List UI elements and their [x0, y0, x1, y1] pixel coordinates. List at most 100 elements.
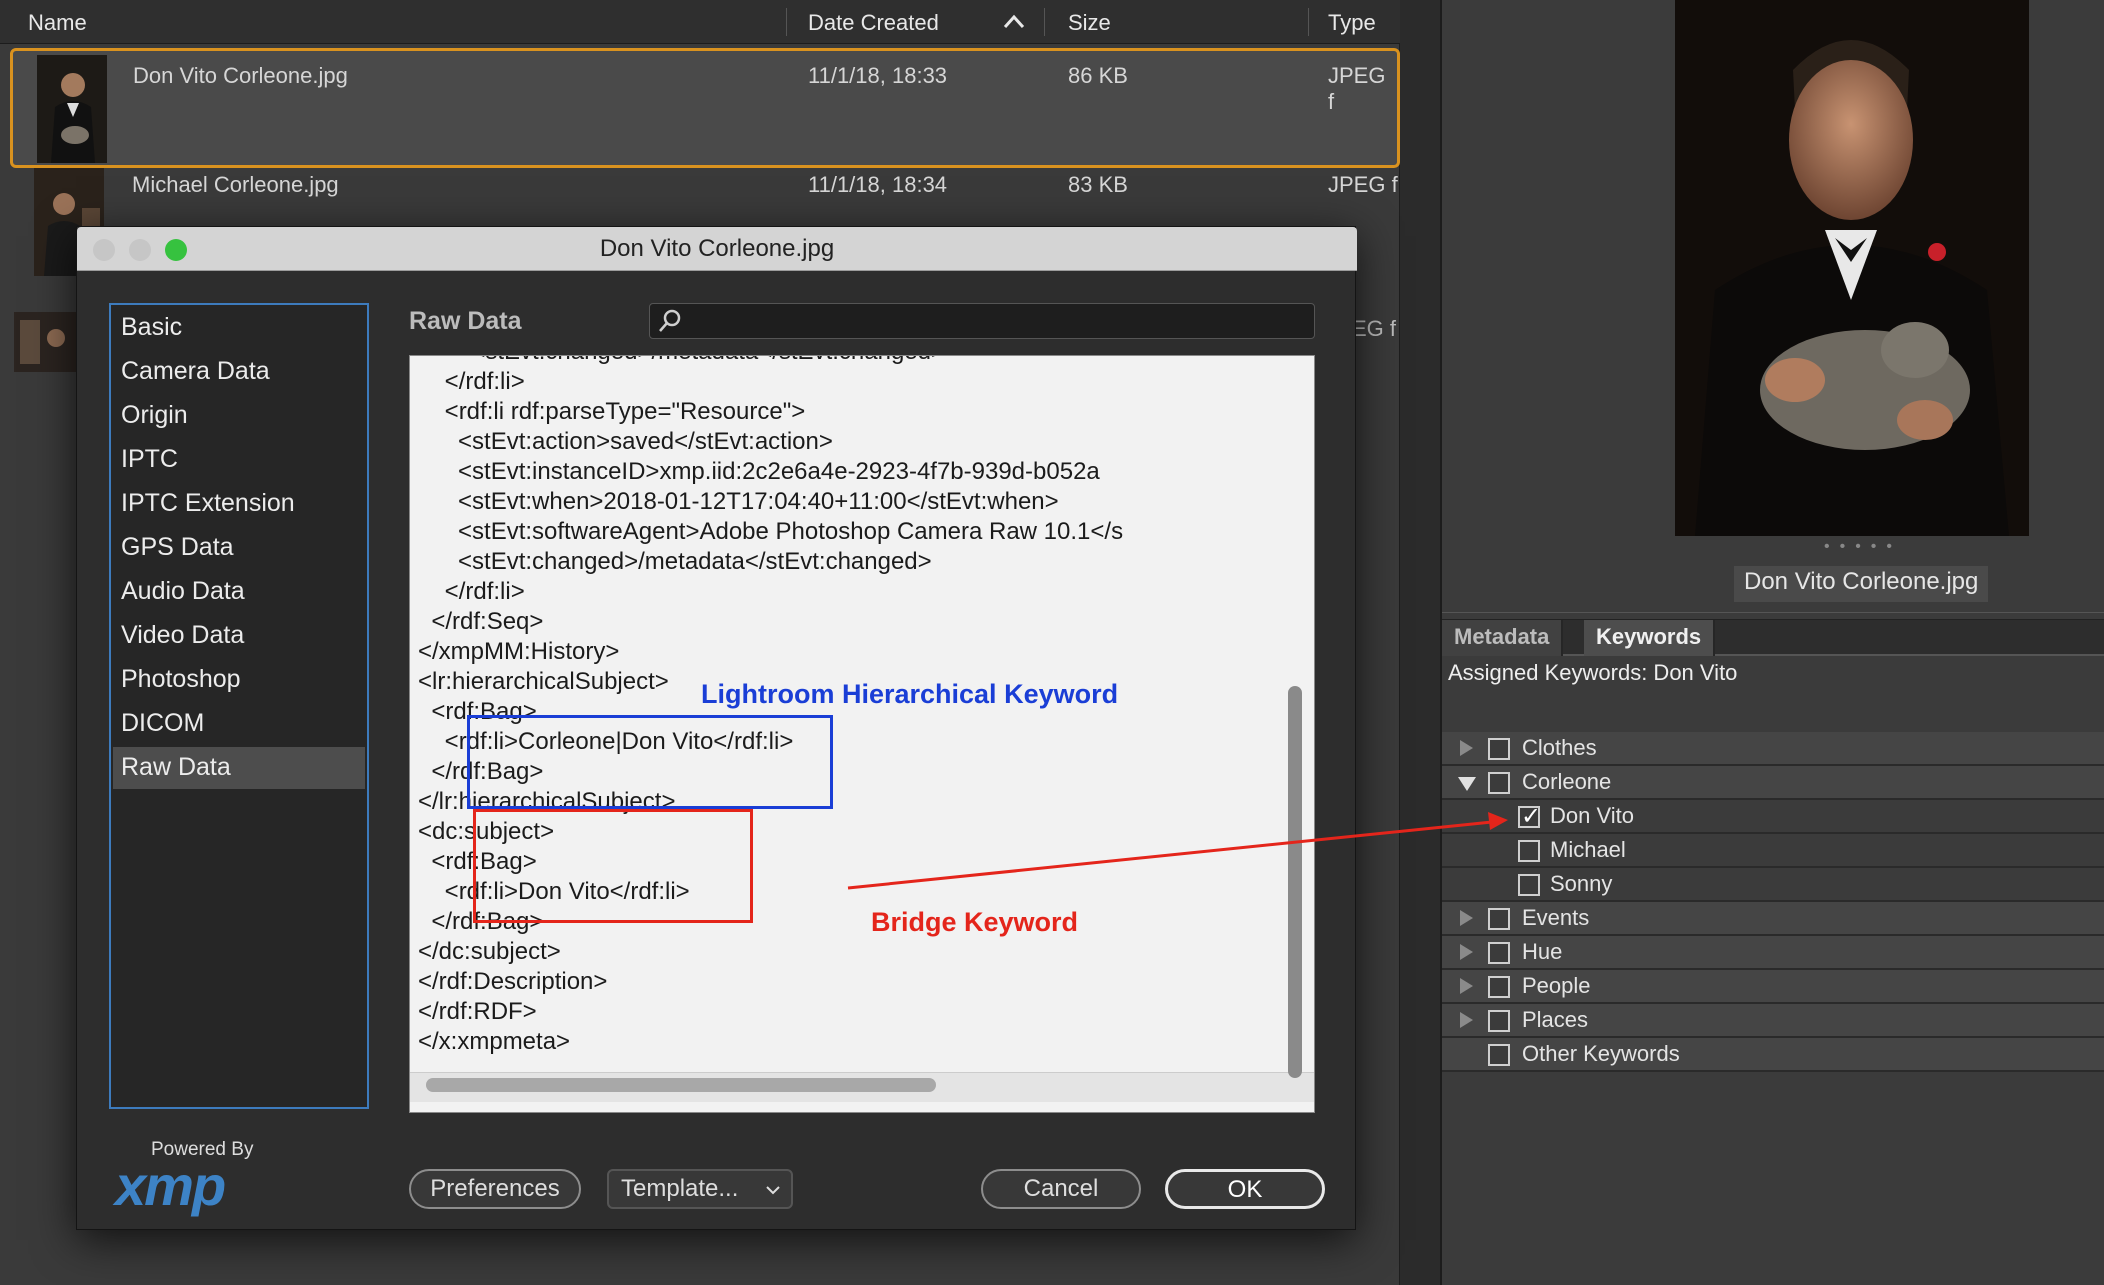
category-sidebar: Basic Camera Data Origin IPTC IPTC Extension…	[109, 303, 369, 1109]
vertical-scrollbar[interactable]	[1288, 686, 1302, 1078]
sidebar-item-basic[interactable]: Basic	[113, 307, 365, 349]
column-size[interactable]: Size	[1068, 10, 1111, 36]
keyword-row-hue[interactable]: Hue	[1442, 936, 2104, 970]
keyword-checkbox[interactable]	[1488, 738, 1510, 760]
keyword-checkbox[interactable]	[1518, 802, 1541, 831]
xml-line: <stEvt:action>saved</stEvt:action>	[418, 428, 833, 455]
disclosure-collapsed-icon[interactable]	[1460, 1012, 1473, 1028]
panel-resize-handle[interactable]	[1442, 612, 2104, 620]
keyword-label: Sonny	[1550, 871, 1613, 896]
disclosure-collapsed-icon[interactable]	[1460, 944, 1473, 960]
close-window-icon[interactable]	[93, 239, 115, 261]
keyword-label: People	[1522, 973, 1591, 998]
file-type: EG f	[1352, 316, 1397, 341]
thumbnail[interactable]	[14, 312, 78, 372]
keyword-row-clothes[interactable]: Clothes	[1442, 732, 2104, 766]
keyword-row-people[interactable]: People	[1442, 970, 2104, 1004]
dialog-title: Don Vito Corleone.jpg	[77, 227, 1357, 271]
keyword-row-michael[interactable]: Michael	[1442, 834, 2104, 868]
bridge-keyword-annotation: Bridge Keyword	[871, 907, 1079, 937]
sidebar-item-iptc[interactable]: IPTC	[113, 439, 365, 481]
sidebar-item-photoshop[interactable]: Photoshop	[113, 659, 365, 701]
xml-line: </rdf:li>	[418, 368, 525, 395]
file-row-selected[interactable]: Don Vito Corleone.jpg 11/1/18, 18:33 86 …	[10, 48, 1400, 168]
cancel-button[interactable]: Cancel	[981, 1169, 1141, 1209]
search-input[interactable]	[649, 303, 1315, 339]
thumbnail	[37, 55, 107, 163]
column-type[interactable]: Type	[1328, 10, 1376, 36]
minimize-window-icon[interactable]	[129, 239, 151, 261]
horizontal-scrollbar[interactable]	[426, 1078, 936, 1092]
xml-line: </rdf:RDF>	[418, 998, 537, 1025]
sidebar-item-gps-data[interactable]: GPS Data	[113, 527, 365, 569]
keyword-checkbox[interactable]	[1488, 976, 1510, 998]
preferences-button[interactable]: Preferences	[409, 1169, 581, 1209]
panel-tabs: Metadata Keywords	[1442, 620, 2104, 656]
file-name: Don Vito Corleone.jpg	[133, 63, 348, 88]
file-type: JPEG f	[1328, 172, 1398, 197]
file-type: JPEG f	[1328, 63, 1386, 114]
template-dropdown[interactable]: Template...	[607, 1169, 793, 1209]
chevron-down-icon	[766, 1186, 780, 1195]
tab-keywords[interactable]: Keywords	[1584, 620, 1716, 656]
sidebar-item-iptc-extension[interactable]: IPTC Extension	[113, 483, 365, 525]
keyword-checkbox[interactable]	[1488, 1044, 1510, 1066]
column-date-created[interactable]: Date Created	[808, 10, 939, 36]
sidebar-item-video-data[interactable]: Video Data	[113, 615, 365, 657]
xml-line: </xmpMM:History>	[418, 638, 620, 665]
file-size: 86 KB	[1068, 63, 1128, 88]
xml-line: <stEvt:when>2018-01-12T17:04:40+11:00</s…	[418, 488, 1059, 515]
xml-line: </rdf:Description>	[418, 968, 608, 995]
keyword-checkbox[interactable]	[1518, 874, 1540, 896]
search-icon	[659, 309, 681, 332]
keyword-label: Events	[1522, 905, 1590, 930]
xml-line: <lr:hierarchicalSubject>	[418, 668, 669, 695]
preview-filename: Don Vito Corleone.jpg	[1734, 566, 1989, 602]
sidebar-item-raw-data[interactable]: Raw Data	[113, 747, 365, 789]
keyword-checkbox[interactable]	[1488, 1010, 1510, 1032]
keyword-checkbox[interactable]	[1518, 840, 1540, 862]
keyword-checkbox[interactable]	[1488, 772, 1510, 794]
keyword-checkbox[interactable]	[1488, 942, 1510, 964]
column-divider[interactable]	[1308, 8, 1309, 36]
pager-dots: •••••	[1824, 538, 1903, 555]
keyword-checkbox[interactable]	[1488, 908, 1510, 930]
ok-button[interactable]: OK	[1165, 1169, 1325, 1209]
keyword-label: Hue	[1522, 939, 1563, 964]
keyword-label: Michael	[1550, 837, 1626, 862]
xml-line: <stEvt:softwareAgent>Adobe Photoshop Cam…	[418, 518, 1124, 545]
sidebar-item-camera-data[interactable]: Camera Data	[113, 351, 365, 393]
column-divider[interactable]	[786, 8, 787, 36]
sidebar-item-dicom[interactable]: DICOM	[113, 703, 365, 745]
preview-image	[1675, 0, 2029, 536]
sidebar-item-audio-data[interactable]: Audio Data	[113, 571, 365, 613]
disclosure-collapsed-icon[interactable]	[1460, 978, 1473, 994]
disclosure-collapsed-icon[interactable]	[1460, 910, 1473, 926]
xml-line: <stEvt:changed>/metadata</stEvt:changed>	[418, 356, 945, 366]
sort-ascending-icon[interactable]	[1003, 13, 1025, 29]
xml-line: </dc:subject>	[418, 938, 561, 965]
tab-metadata[interactable]: Metadata	[1442, 620, 1564, 656]
lightroom-keyword-annotation: Lightroom Hierarchical Keyword	[701, 679, 1119, 709]
column-name[interactable]: Name	[28, 10, 87, 36]
keyword-row-corleone[interactable]: Corleone	[1442, 766, 2104, 800]
column-divider[interactable]	[1044, 8, 1045, 36]
xml-line: </rdf:li>	[418, 578, 525, 605]
keyword-row-sonny[interactable]: Sonny	[1442, 868, 2104, 902]
keyword-row-places[interactable]: Places	[1442, 1004, 2104, 1038]
bridge-keyword-highlight	[473, 809, 753, 923]
keyword-label: Other Keywords	[1522, 1041, 1680, 1066]
file-list-header: Name Date Created Size Type	[0, 0, 1400, 44]
xml-line: </rdf:Seq>	[418, 608, 544, 635]
file-date: 11/1/18, 18:34	[808, 172, 948, 197]
file-info-dialog: Don Vito Corleone.jpg Basic Camera Data Or…	[76, 226, 1357, 1230]
right-panel: ••••• Don Vito Corleone.jpg Metadata Key…	[1440, 0, 2104, 1285]
disclosure-expanded-icon[interactable]	[1458, 777, 1476, 791]
zoom-window-icon[interactable]	[165, 239, 187, 261]
sidebar-item-origin[interactable]: Origin	[113, 395, 365, 437]
xml-line: <stEvt:changed>/metadata</stEvt:changed>	[418, 548, 932, 575]
keyword-row-don-vito[interactable]: Don Vito	[1442, 800, 2104, 834]
disclosure-collapsed-icon[interactable]	[1460, 740, 1473, 756]
keyword-row-other-keywords[interactable]: Other Keywords	[1442, 1038, 2104, 1072]
keyword-row-events[interactable]: Events	[1442, 902, 2104, 936]
